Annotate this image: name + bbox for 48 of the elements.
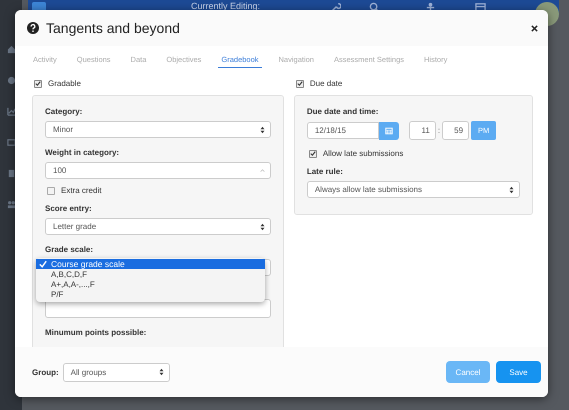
- group-select[interactable]: All groups: [62, 362, 170, 382]
- checkbox[interactable]: [296, 80, 304, 88]
- checkbox-label: Extra credit: [61, 186, 102, 195]
- minute-field[interactable]: 59: [442, 121, 470, 140]
- date-field[interactable]: 12/18/15: [306, 122, 379, 139]
- currently-editing-label: Currently Editing:: [191, 1, 260, 11]
- field-label: Due date and time:: [306, 107, 380, 116]
- wrench-icon[interactable]: [330, 2, 341, 13]
- field-label: Grade scale:: [45, 245, 94, 254]
- number-field[interactable]: 100: [45, 162, 271, 179]
- late-rule-select[interactable]: Always allow late submissions: [306, 181, 520, 198]
- field-label: Weight in category:: [45, 148, 120, 157]
- checkbox[interactable]: [34, 80, 42, 88]
- home-icon[interactable]: [6, 45, 16, 54]
- help-icon[interactable]: [27, 22, 39, 34]
- mail-icon[interactable]: [6, 138, 16, 147]
- person-icon[interactable]: [425, 2, 436, 13]
- select-arrows-icon: [509, 186, 514, 194]
- dropdown-option[interactable]: A,B,C,D,F: [36, 269, 265, 279]
- hour-field[interactable]: 11: [408, 121, 436, 140]
- select-arrows-icon: [260, 222, 265, 230]
- checkbox[interactable]: [308, 150, 317, 158]
- dropdown-option[interactable]: Course grade scale: [36, 259, 265, 269]
- select-arrows-icon: [158, 368, 164, 376]
- dropdown-option[interactable]: P/F: [36, 289, 265, 299]
- checkbox-label: Allow late submissions: [322, 149, 404, 158]
- field-label: Minumum points possible:: [45, 328, 148, 337]
- checkbox-label: Gradable: [48, 79, 81, 88]
- calendar-icon: [384, 126, 393, 134]
- dialog-button[interactable]: Save: [496, 361, 541, 383]
- field-label: Category:: [45, 107, 84, 116]
- score-entry-select[interactable]: Letter grade: [45, 218, 271, 235]
- field-label: Score entry:: [45, 204, 93, 213]
- chart-icon[interactable]: [6, 107, 16, 116]
- dropdown-option[interactable]: A+,A,A-,...,F: [36, 279, 265, 289]
- close-icon[interactable]: [531, 24, 538, 32]
- checkbox[interactable]: [47, 186, 55, 194]
- time-separator: :: [436, 126, 442, 135]
- dialog-title: Tangents and beyond: [46, 20, 180, 36]
- field-label: Late rule:: [306, 167, 344, 176]
- clipboard-icon[interactable]: [6, 169, 16, 178]
- checkbox-label: Due date: [310, 79, 342, 88]
- category-select[interactable]: Minor: [45, 121, 271, 138]
- dashboard-icon[interactable]: [6, 76, 16, 85]
- card-icon[interactable]: [475, 2, 486, 13]
- field-label: Group:: [32, 368, 59, 376]
- people-icon[interactable]: [6, 200, 16, 209]
- select-arrows-icon: [260, 126, 265, 134]
